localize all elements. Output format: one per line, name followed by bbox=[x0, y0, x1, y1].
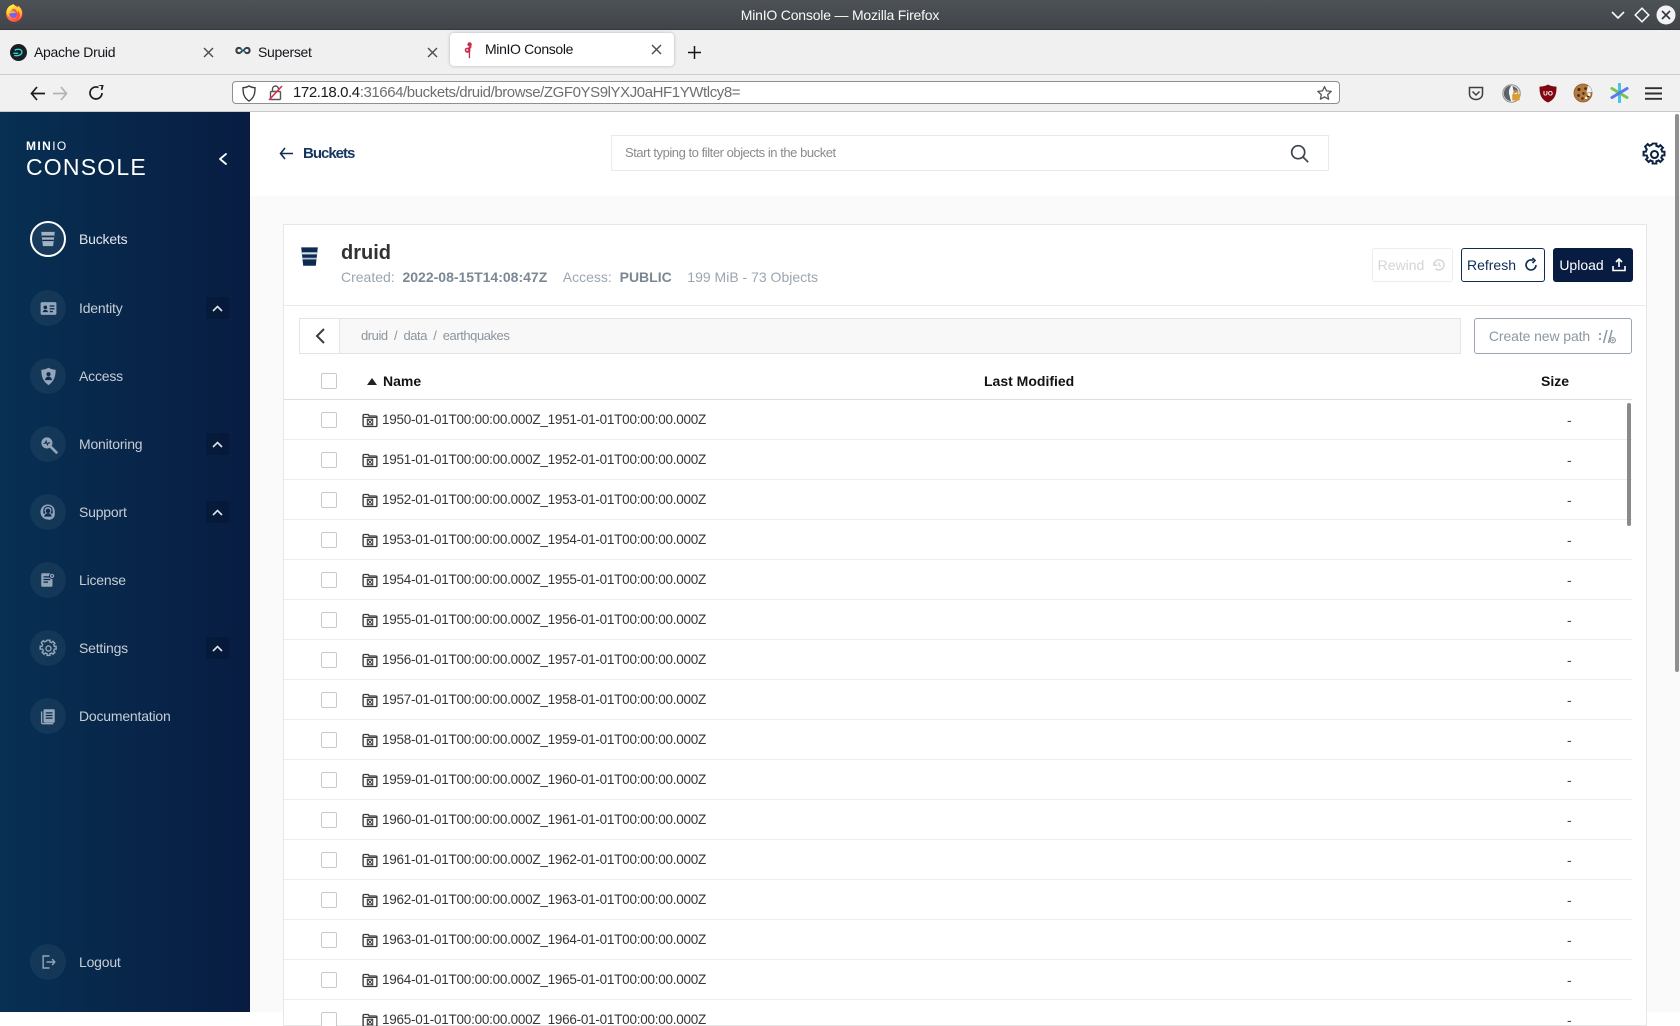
svg-text:UO: UO bbox=[1543, 91, 1553, 98]
